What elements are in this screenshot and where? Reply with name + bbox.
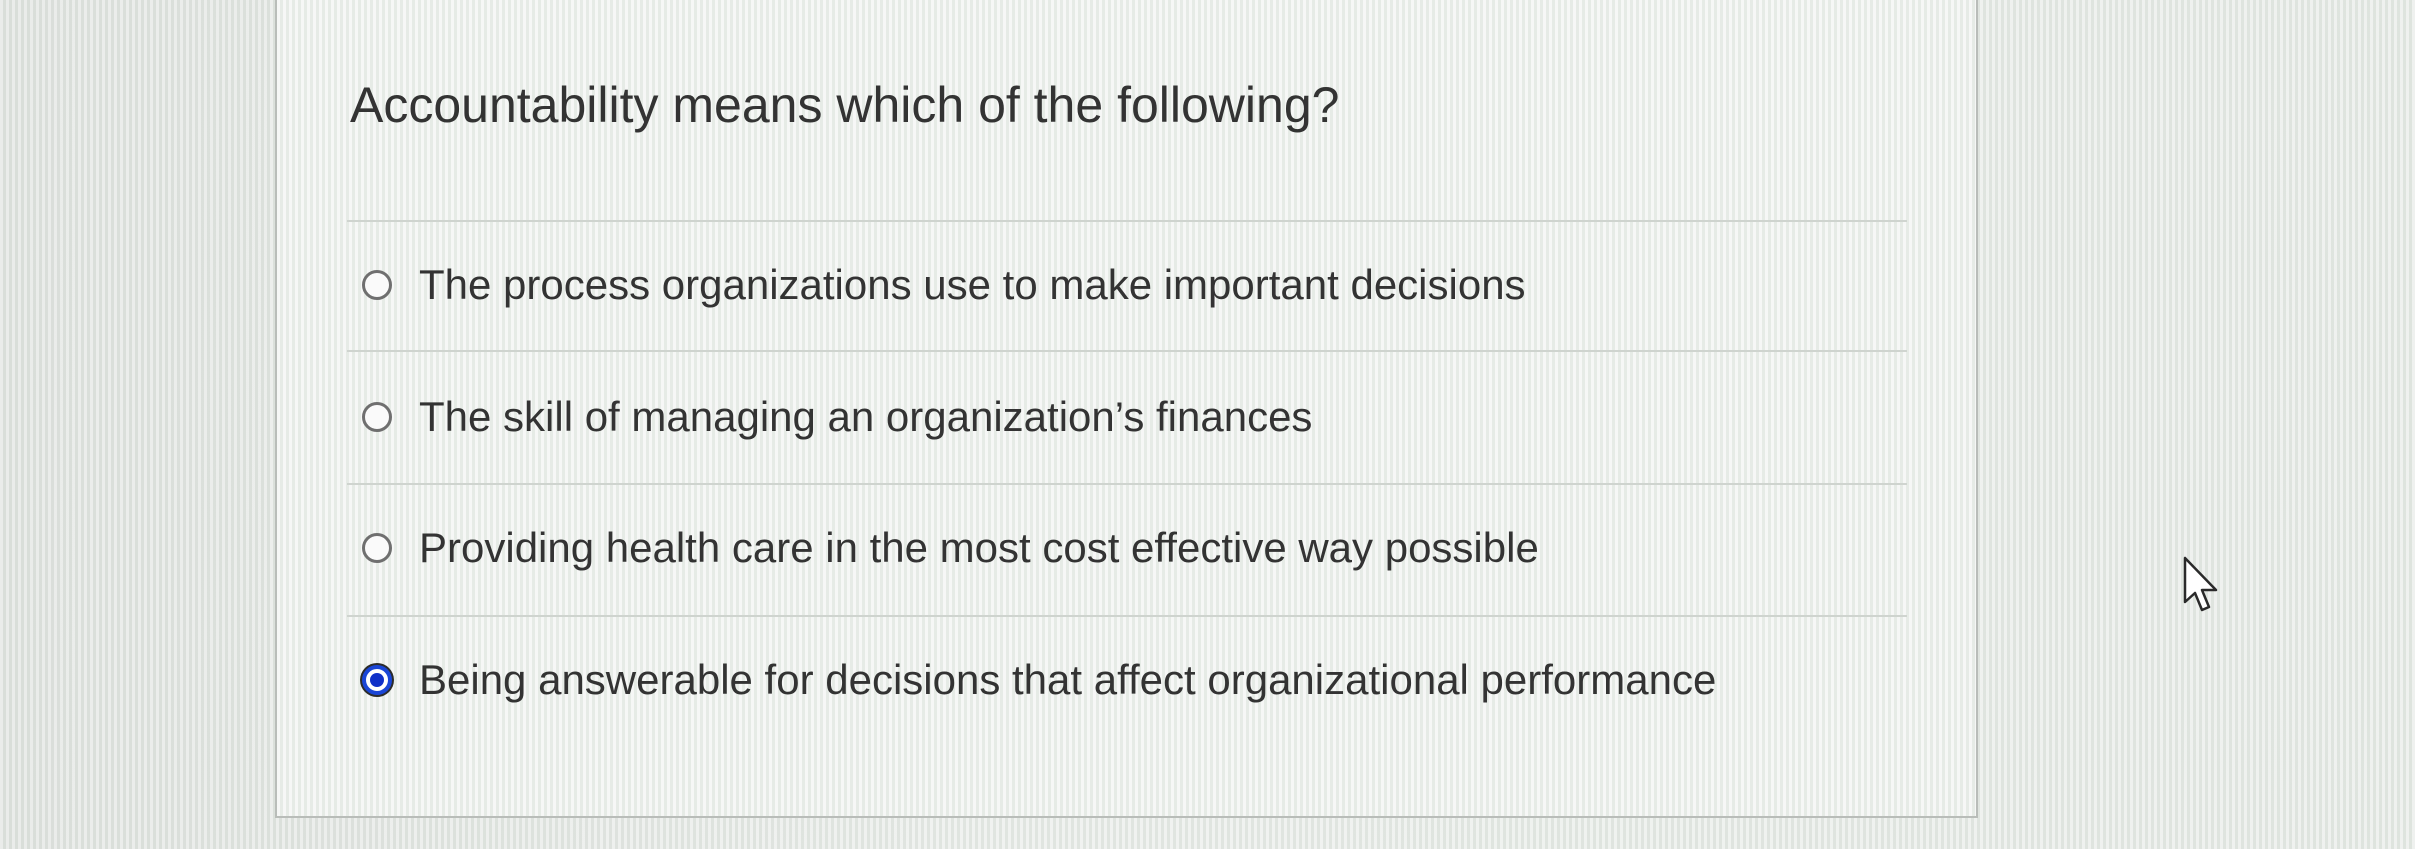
screen: Accountability means which of the follow… [0, 0, 2415, 849]
mouse-pointer-icon [2183, 556, 2218, 612]
divider [347, 350, 1907, 352]
answer-option-4[interactable]: Being answerable for decisions that affe… [362, 650, 1716, 710]
radio-button-option-2[interactable] [362, 402, 392, 432]
option-label: Providing health care in the most cost e… [419, 524, 1539, 571]
question-card: Accountability means which of the follow… [275, 0, 1978, 818]
option-label: Being answerable for decisions that affe… [419, 656, 1717, 703]
radio-button-option-3[interactable] [362, 533, 392, 563]
answer-option-2[interactable]: The skill of managing an organization’s … [362, 387, 1312, 447]
answer-option-1[interactable]: The process organizations use to make im… [362, 255, 1526, 315]
option-label: The process organizations use to make im… [419, 261, 1526, 308]
divider [347, 615, 1907, 617]
radio-button-option-4-selected[interactable] [362, 665, 392, 695]
radio-button-option-1[interactable] [362, 270, 392, 300]
divider [347, 220, 1907, 222]
option-label: The skill of managing an organization’s … [419, 393, 1313, 440]
question-text: Accountability means which of the follow… [350, 77, 1340, 133]
answer-option-3[interactable]: Providing health care in the most cost e… [362, 518, 1539, 578]
divider [347, 483, 1907, 485]
